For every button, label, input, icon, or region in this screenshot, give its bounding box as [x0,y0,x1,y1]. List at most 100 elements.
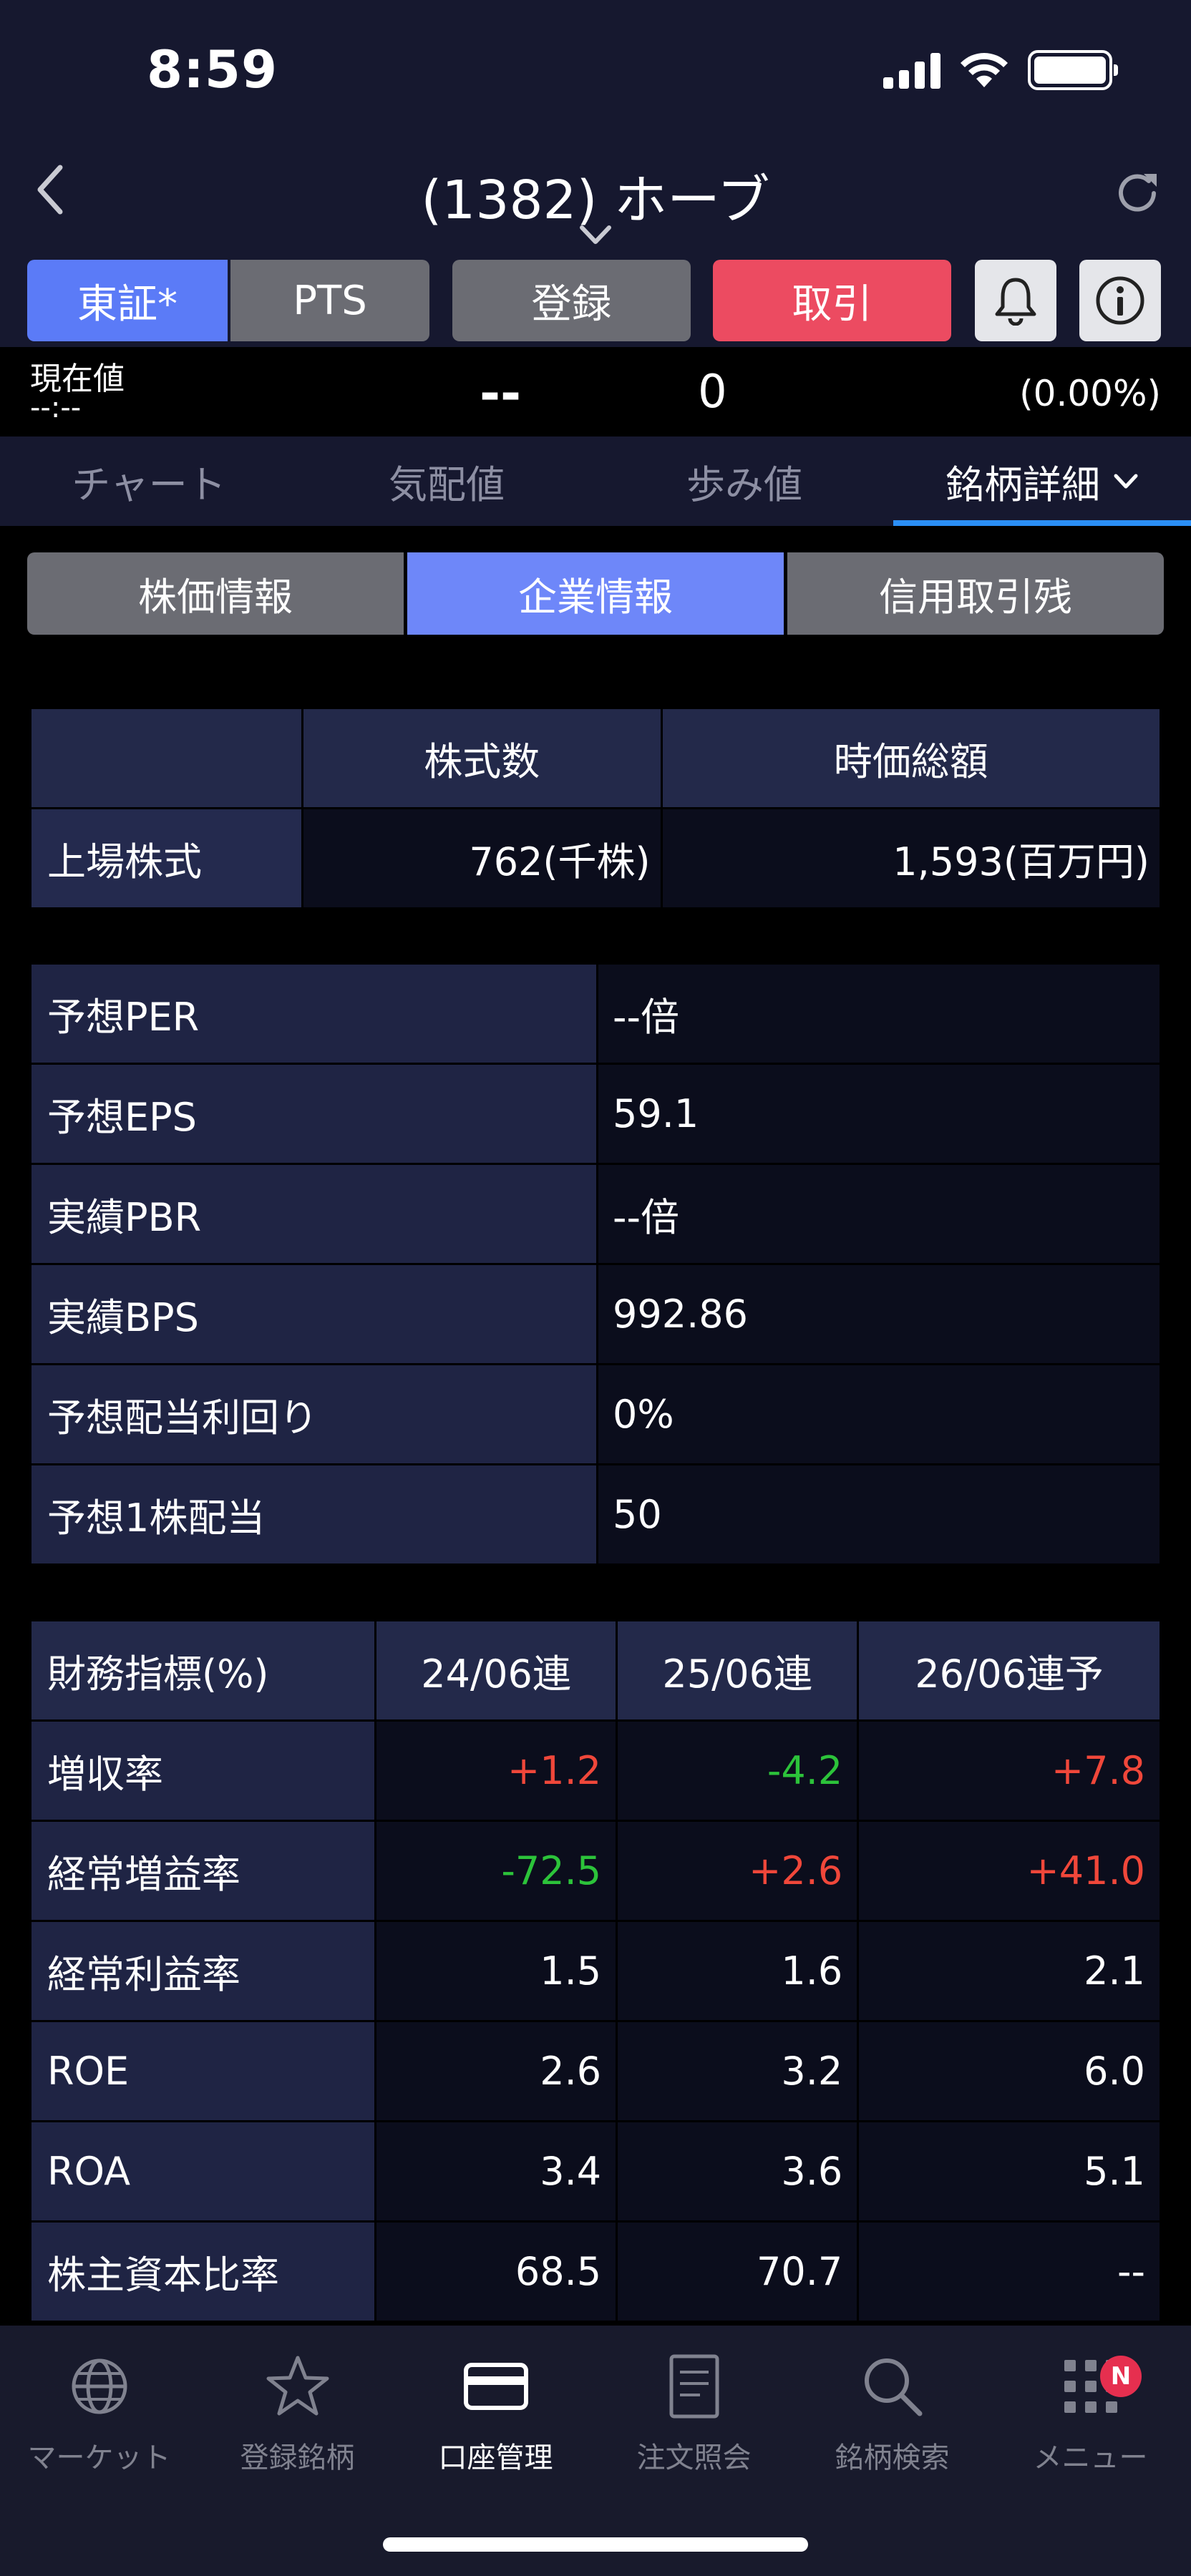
tab-stock-detail-label: 銘柄詳細 [945,462,1100,507]
valuation-label: 予想EPS [29,1063,598,1165]
financial-row-label: ROA [29,2120,376,2223]
market-pts-button[interactable]: PTS [230,260,429,341]
financial-value: 68.5 [374,2220,618,2323]
financial-indicators-table: 財務指標(%) 24/06連 25/06連 26/06連予 増収率 +1.2 -… [29,1619,1162,2323]
price-change-percent: (0.00%) [1019,373,1161,414]
action-bar: 東証* PTS 登録 取引 [0,254,1191,347]
nav-account[interactable]: 口座管理 [397,2347,595,2483]
nav-watchlist[interactable]: 登録銘柄 [198,2347,397,2483]
market-tse-button[interactable]: 東証* [27,260,228,341]
price-summary: 現在値 --:-- -- 0 (0.00%) [0,347,1191,436]
chevron-down-icon [1114,474,1138,488]
valuation-label: 予想配当利回り [29,1363,598,1465]
table-row: 実績PBR --倍 [29,1163,1162,1265]
table-row: 経常増益率 -72.5 +2.6 +41.0 [29,1820,1162,1922]
info-button[interactable] [1079,260,1161,341]
financial-row-label: 経常利益率 [29,1920,376,2022]
tab-stock-detail[interactable]: 銘柄詳細 [893,436,1191,526]
nav-watchlist-label: 登録銘柄 [240,2441,355,2474]
nav-orders[interactable]: 注文照会 [595,2347,793,2483]
status-bar: 8:59 [0,0,1191,129]
home-indicator[interactable] [383,2537,808,2552]
table-row: 実績BPS 992.86 [29,1263,1162,1365]
valuation-value: 50 [596,1463,1162,1566]
financial-value: 3.4 [374,2120,618,2223]
refresh-button[interactable] [1105,161,1170,225]
valuation-label: 予想1株配当 [29,1463,598,1566]
financials-header-period: 24/06連 [374,1619,618,1722]
shares-header-blank [29,707,303,809]
chevron-down-icon[interactable] [576,220,615,249]
wifi-icon [961,53,1008,87]
financials-header-label: 財務指標(%) [29,1619,376,1722]
financials-header-period: 26/06連予 [857,1619,1162,1722]
financial-value: 6.0 [857,2020,1162,2122]
valuation-label: 実績BPS [29,1263,598,1365]
financial-value: -4.2 [616,1719,860,1822]
document-icon [655,2347,734,2426]
financial-value: 3.6 [616,2120,860,2223]
search-icon [853,2347,932,2426]
globe-icon [60,2347,139,2426]
market-cap-value: 1,593(百万円) [660,807,1162,909]
subtab-company-info[interactable]: 企業情報 [407,552,784,635]
price-change: 0 [698,366,727,419]
financial-value: -- [857,2220,1162,2323]
valuation-value: 992.86 [596,1263,1162,1365]
shares-header-cap: 時価総額 [660,707,1162,809]
active-tab-indicator [893,520,1191,526]
financial-value: -72.5 [374,1820,618,1922]
listed-shares-value: 762(千株) [301,807,663,909]
valuation-value: --倍 [596,1163,1162,1265]
financials-header-period: 25/06連 [616,1619,860,1722]
info-icon [1096,276,1144,325]
table-row: 株主資本比率 68.5 70.7 -- [29,2220,1162,2323]
financial-value: 1.5 [374,1920,618,2022]
financial-value: +41.0 [857,1820,1162,1922]
current-price: -- [480,364,522,423]
tab-tick[interactable]: 歩み値 [596,436,893,526]
nav-search[interactable]: 銘柄検索 [793,2347,991,2483]
valuation-label: 実績PBR [29,1163,598,1265]
alert-button[interactable] [975,260,1056,341]
financial-value: +2.6 [616,1820,860,1922]
table-row: 増収率 +1.2 -4.2 +7.8 [29,1719,1162,1822]
financial-row-label: ROE [29,2020,376,2122]
price-time: --:-- [30,391,82,424]
header: (1382) ホーブ [0,129,1191,254]
table-row: 予想配当利回り 0% [29,1363,1162,1465]
card-icon [457,2347,535,2426]
valuation-table: 予想PER --倍 予想EPS 59.1 実績PBR --倍 実績BPS 992… [29,962,1162,1566]
cellular-signal-icon [883,52,940,89]
table-row: 予想PER --倍 [29,962,1162,1065]
valuation-label: 予想PER [29,962,598,1065]
table-row: 予想1株配当 50 [29,1463,1162,1566]
register-button[interactable]: 登録 [452,260,691,341]
table-row: 予想EPS 59.1 [29,1063,1162,1165]
subtab-margin-balance[interactable]: 信用取引残 [787,552,1164,635]
nav-menu-label: メニュー [1033,2441,1148,2474]
financial-row-label: 経常増益率 [29,1820,376,1922]
tab-chart[interactable]: チャート [0,436,298,526]
nav-menu[interactable]: N メニュー [991,2347,1190,2483]
financial-value: 1.6 [616,1920,860,2022]
shares-table: 株式数 時価総額 上場株式 762(千株) 1,593(百万円) [29,707,1162,909]
refresh-icon [1119,174,1157,212]
financial-row-label: 株主資本比率 [29,2220,376,2323]
battery-icon [1028,50,1118,90]
financial-value: 5.1 [857,2120,1162,2223]
nav-orders-label: 注文照会 [636,2441,752,2474]
nav-market[interactable]: マーケット [0,2347,198,2483]
status-icons [883,49,1118,92]
tab-quote[interactable]: 気配値 [298,436,596,526]
notification-badge: N [1100,2356,1142,2397]
valuation-value: --倍 [596,962,1162,1065]
status-time: 8:59 [147,39,278,99]
financial-value: 3.2 [616,2020,860,2122]
financial-value: +1.2 [374,1719,618,1822]
financial-value: 70.7 [616,2220,860,2323]
detail-tabs: チャート 気配値 歩み値 銘柄詳細 [0,436,1191,526]
financial-row-label: 増収率 [29,1719,376,1822]
trade-button[interactable]: 取引 [713,260,951,341]
subtab-stock-price[interactable]: 株価情報 [27,552,404,635]
